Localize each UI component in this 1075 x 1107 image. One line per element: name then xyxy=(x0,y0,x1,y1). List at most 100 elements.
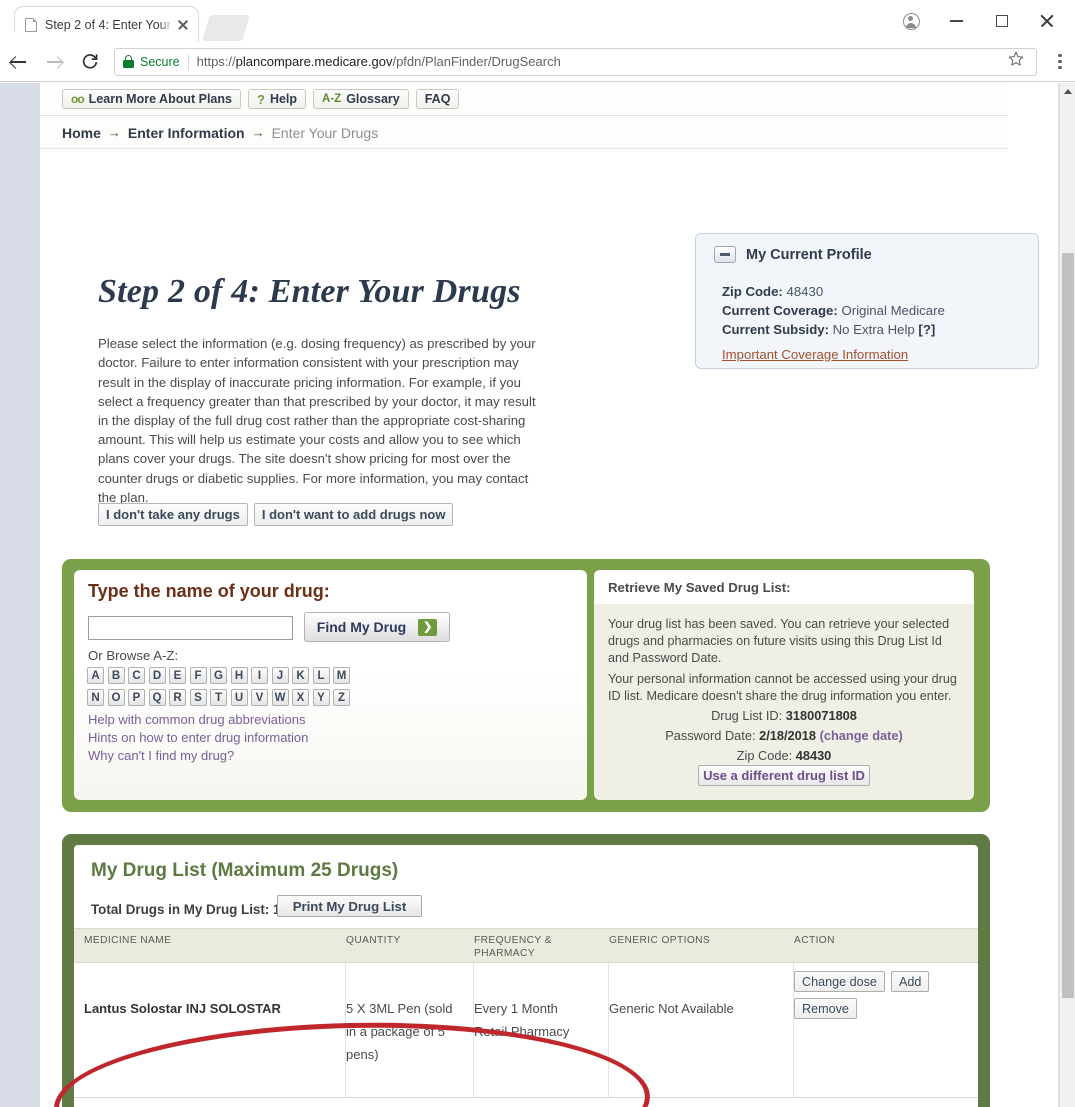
star-icon[interactable] xyxy=(1008,51,1028,72)
saved-zip-row: Zip Code: 48430 xyxy=(594,748,974,763)
table-row: Lantus Solostar INJ SOLOSTAR 5 X 3ML Pen… xyxy=(74,963,978,1098)
vertical-scrollbar[interactable] xyxy=(1059,83,1075,1107)
browse-letter-m[interactable]: M xyxy=(333,667,350,684)
reload-button[interactable] xyxy=(72,42,108,82)
tab-close-icon[interactable] xyxy=(174,16,192,34)
breadcrumb: Home → Enter Information → Enter Your Dr… xyxy=(40,117,1008,149)
browse-letter-w[interactable]: W xyxy=(271,689,289,706)
browse-letter-i[interactable]: I xyxy=(251,667,268,684)
new-tab-button[interactable] xyxy=(202,15,250,41)
browse-letter-p[interactable]: P xyxy=(128,689,145,706)
browse-letter-r[interactable]: R xyxy=(169,689,186,706)
profile-details: Zip Code: 48430 Current Coverage: Origin… xyxy=(722,282,945,339)
reload-icon xyxy=(81,53,99,71)
browse-letter-e[interactable]: E xyxy=(169,667,186,684)
browse-letter-s[interactable]: S xyxy=(189,689,207,706)
browse-letter-j[interactable]: J xyxy=(271,667,289,684)
help-abbreviations-link[interactable]: Help with common drug abbreviations xyxy=(88,712,306,727)
drug-table: MEDICINE NAME QUANTITY FREQUENCY & PHARM… xyxy=(74,928,978,1098)
find-my-drug-button[interactable]: Find My Drug ❯ xyxy=(304,612,450,642)
drug-list-id-label: Drug List ID: xyxy=(711,708,783,723)
three-dots-menu-icon[interactable] xyxy=(1045,42,1075,82)
user-avatar-icon xyxy=(903,12,920,30)
collapse-minus-icon[interactable] xyxy=(714,246,736,263)
cell-quantity: 5 X 3ML Pen (sold in a package of 5 pens… xyxy=(346,963,474,1097)
hints-enter-drug-info-link[interactable]: Hints on how to enter drug information xyxy=(88,730,308,745)
column-header-frequency-line1: FREQUENCY & xyxy=(474,935,552,946)
browser-tab[interactable]: Step 2 of 4: Enter Your Dr xyxy=(1,6,199,42)
page-viewport: oo Learn More About Plans ? Help A-Z Glo… xyxy=(0,83,1075,1107)
browse-letter-f[interactable]: F xyxy=(189,667,207,684)
glossary-button[interactable]: A-Z Glossary xyxy=(313,89,409,109)
i-dont-want-to-add-drugs-now-button[interactable]: I don't want to add drugs now xyxy=(253,503,454,526)
column-header-action: ACTION xyxy=(794,935,835,946)
window-controls xyxy=(889,0,1069,42)
profile-subsidy-help-icon[interactable]: [?] xyxy=(918,322,935,337)
no-drug-button-group: I don't take any drugs I don't want to a… xyxy=(98,503,454,526)
remove-button[interactable]: Remove xyxy=(794,998,857,1019)
browse-letter-v[interactable]: V xyxy=(251,689,268,706)
browse-letter-a[interactable]: A xyxy=(87,667,104,684)
column-header-frequency-line2: PHARMACY xyxy=(474,948,535,959)
minimize-icon xyxy=(950,20,963,22)
change-date-link[interactable]: (change date) xyxy=(820,728,903,743)
alphabet-row-2: NOPQRSTUVWXYZ xyxy=(87,689,350,706)
minimize-button[interactable] xyxy=(934,0,979,42)
table-header-row: MEDICINE NAME QUANTITY FREQUENCY & PHARM… xyxy=(74,928,978,963)
change-dose-button[interactable]: Change dose xyxy=(794,971,885,992)
close-window-button[interactable] xyxy=(1024,0,1069,42)
chevron-right-icon: ❯ xyxy=(418,618,438,636)
why-cant-i-find-my-drug-link[interactable]: Why can't I find my drug? xyxy=(88,748,234,763)
print-my-drug-list-button[interactable]: Print My Drug List xyxy=(277,895,422,917)
saved-list-paragraph-2: Your personal information cannot be acce… xyxy=(608,672,957,703)
column-header-quantity: QUANTITY xyxy=(346,935,401,946)
scroll-up-button[interactable] xyxy=(1060,83,1075,99)
browse-letter-k[interactable]: K xyxy=(292,667,309,684)
cell-frequency: Every 1 Month xyxy=(474,1001,558,1016)
back-button[interactable] xyxy=(0,42,36,82)
security-status: Secure xyxy=(140,54,180,69)
help-label: Help xyxy=(269,92,298,106)
profile-zip-value: 48430 xyxy=(786,284,824,299)
browse-letter-o[interactable]: O xyxy=(107,689,125,706)
browse-letter-t[interactable]: T xyxy=(210,689,227,706)
browse-letter-b[interactable]: B xyxy=(107,667,125,684)
browse-letter-l[interactable]: L xyxy=(312,667,330,684)
i-dont-take-any-drugs-button[interactable]: I don't take any drugs xyxy=(98,503,248,526)
browse-letter-y[interactable]: Y xyxy=(312,689,330,706)
glasses-icon: oo xyxy=(71,92,85,106)
breadcrumb-enter-information[interactable]: Enter Information xyxy=(128,125,245,141)
scrollbar-thumb[interactable] xyxy=(1062,253,1074,998)
use-different-drug-list-id-button[interactable]: Use a different drug list ID xyxy=(698,765,870,786)
browse-letter-g[interactable]: G xyxy=(210,667,227,684)
browse-letter-h[interactable]: H xyxy=(230,667,248,684)
profile-button[interactable] xyxy=(889,0,934,42)
browse-letter-n[interactable]: N xyxy=(87,689,104,706)
chevron-up-icon xyxy=(1063,88,1072,94)
faq-button[interactable]: FAQ xyxy=(415,89,460,109)
browse-letter-z[interactable]: Z xyxy=(333,689,350,706)
maximize-button[interactable] xyxy=(979,0,1024,42)
learn-more-about-plans-button[interactable]: oo Learn More About Plans xyxy=(62,89,241,109)
back-arrow-icon xyxy=(10,53,27,70)
total-drugs-label: Total Drugs in My Drug List: 1 xyxy=(91,902,281,917)
forward-button[interactable] xyxy=(36,42,72,82)
browse-letter-c[interactable]: C xyxy=(128,667,145,684)
browse-letter-q[interactable]: Q xyxy=(148,689,166,706)
my-drug-list-card: My Drug List (Maximum 25 Drugs) Total Dr… xyxy=(74,845,978,1107)
help-button[interactable]: ? Help xyxy=(247,89,307,109)
browse-letter-x[interactable]: X xyxy=(292,689,309,706)
browse-letter-d[interactable]: D xyxy=(148,667,166,684)
breadcrumb-home[interactable]: Home xyxy=(62,125,101,141)
important-coverage-information-link[interactable]: Important Coverage Information xyxy=(722,347,908,362)
my-drug-list-title: My Drug List (Maximum 25 Drugs) xyxy=(91,860,399,881)
maximize-icon xyxy=(995,15,1008,27)
learn-more-label: Learn More About Plans xyxy=(88,92,232,106)
tab-title: Step 2 of 4: Enter Your Dr xyxy=(45,17,174,32)
address-bar[interactable]: Secure https://plancompare.medicare.gov/… xyxy=(114,47,1037,76)
saved-zip-label: Zip Code: xyxy=(736,748,793,763)
add-button[interactable]: Add xyxy=(890,971,930,992)
search-card-title: Type the name of your drug: xyxy=(88,581,330,601)
drug-name-input[interactable] xyxy=(88,616,293,640)
browse-letter-u[interactable]: U xyxy=(230,689,248,706)
